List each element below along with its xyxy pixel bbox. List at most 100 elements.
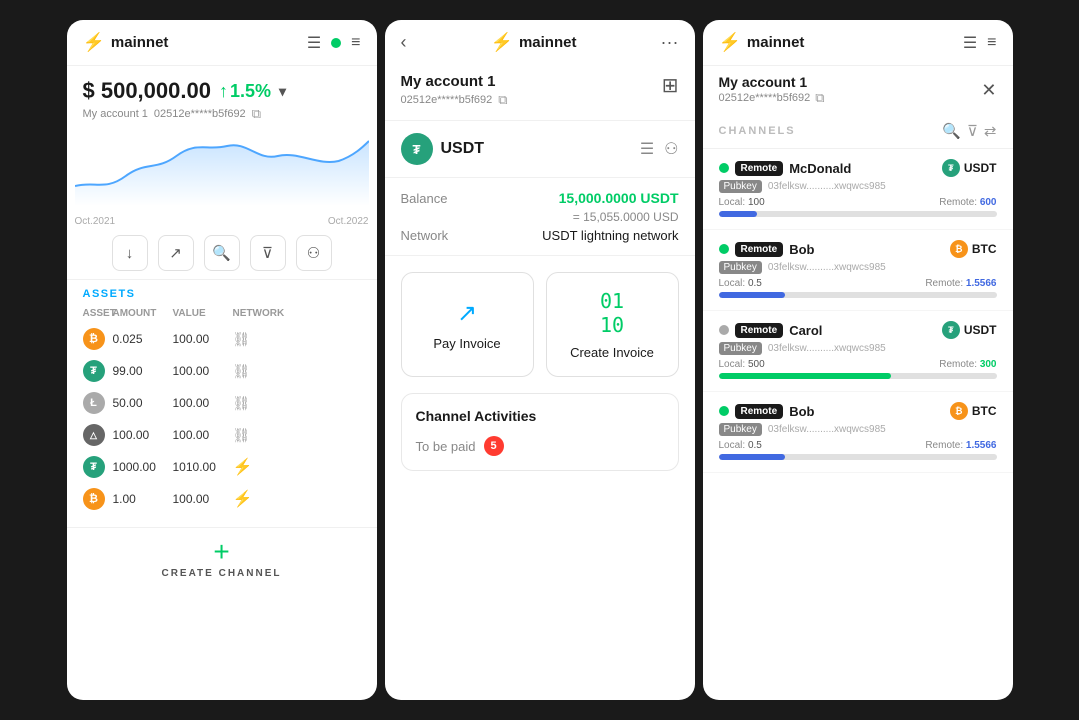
channel-name: McDonald — [789, 161, 851, 176]
p3-copy-icon[interactable]: ⧉ — [815, 90, 824, 106]
balance-section: $ 500,000.00 ↑ 1.5% ▾ My account 1 02512… — [67, 66, 377, 126]
token-badge-usdt: ₮ USDT — [942, 159, 997, 177]
panel-3: ⚡ mainnet ☰ ≡ My account 1 02512e*****b5… — [703, 20, 1013, 700]
channel-item-bob-1[interactable]: Remote Bob ₿ BTC Pubkey 03felksw........… — [703, 230, 1013, 311]
channel-name: Bob — [789, 404, 814, 419]
asset-row: Ł 50.00 100.00 ⛓ — [83, 387, 361, 419]
remote-label: Remote: 1.5566 — [925, 278, 996, 289]
create-invoice-icon: 0110 — [600, 289, 624, 337]
chain-icon: ⛓ — [233, 363, 361, 380]
channel-status-green-dot — [719, 406, 729, 416]
channels-sort-icon[interactable]: ⇄ — [984, 122, 997, 140]
account-addr-text: 02512e*****b5f692 — [401, 94, 493, 106]
pubkey-row: Pubkey 03felksw..........xwqwcs985 — [719, 261, 997, 274]
p3-account-addr: 02512e*****b5f692 ⧉ — [719, 90, 825, 106]
users-btn[interactable]: ⚇ — [296, 235, 332, 271]
copy-addr-icon[interactable]: ⧉ — [498, 92, 507, 108]
menu-icon[interactable]: ≡ — [987, 34, 996, 52]
channel-bar — [719, 454, 997, 460]
asset-row: △ 100.00 100.00 ⛓ — [83, 419, 361, 451]
channel-activities: Channel Activities To be paid 5 — [401, 393, 679, 471]
channels-label: CHANNELS — [719, 125, 937, 137]
users-icon[interactable]: ⚇ — [664, 139, 678, 159]
dots-menu-button[interactable]: ··· — [661, 32, 679, 53]
asset-value: 100.00 — [173, 364, 233, 378]
col-amount: AMOUNT — [113, 308, 173, 319]
remote-tag: Remote — [735, 161, 784, 176]
download-btn[interactable]: ↓ — [112, 235, 148, 271]
remote-label: Remote: 300 — [939, 359, 996, 370]
asset-row: ₮ 1000.00 1010.00 ⚡ — [83, 451, 361, 483]
channel-bar — [719, 373, 997, 379]
channel-item-carol[interactable]: Remote Carol ₮ USDT Pubkey 03felksw.....… — [703, 311, 1013, 392]
pay-invoice-button[interactable]: ↗ Pay Invoice — [401, 272, 534, 377]
network-row: Network USDT lightning network — [401, 228, 679, 243]
panel-1: ⚡ mainnet ☰ ≡ $ 500,000.00 ↑ 1.5% ▾ My a… — [67, 20, 377, 700]
invoice-buttons: ↗ Pay Invoice 0110 Create Invoice — [385, 256, 695, 393]
pubkey-value: 03felksw..........xwqwcs985 — [768, 181, 886, 192]
pubkey-value: 03felksw..........xwqwcs985 — [768, 262, 886, 273]
channel-item-mcdonald[interactable]: Remote McDonald ₮ USDT Pubkey 03felksw..… — [703, 149, 1013, 230]
local-val: 100 — [748, 197, 765, 208]
balance-details: Balance 15,000.0000 USDT = 15,055.0000 U… — [385, 178, 695, 256]
lightning-logo-icon: ⚡ — [491, 32, 513, 53]
copy-icon[interactable]: ⧉ — [252, 106, 261, 122]
remote-tag: Remote — [735, 404, 784, 419]
menu-icon[interactable]: ≡ — [351, 34, 360, 52]
asset-value: 100.00 — [173, 332, 233, 346]
channel-list-icon[interactable]: ☰ — [640, 139, 654, 159]
panel1-logo-area: ⚡ mainnet — [83, 32, 169, 53]
local-label: Local: 0.5 — [719, 278, 762, 289]
usdt-icon: ₮ — [83, 456, 105, 478]
back-button[interactable]: ‹ — [401, 32, 407, 53]
p3-account-row: My account 1 02512e*****b5f692 ⧉ ✕ — [703, 66, 1013, 114]
channel-bar-fill — [719, 211, 758, 217]
create-channel-label: CREATE CHANNEL — [77, 568, 367, 579]
search-btn[interactable]: 🔍 — [204, 235, 240, 271]
token-actions: ☰ ⚇ — [640, 139, 679, 159]
asset-amount: 0.025 — [113, 332, 173, 346]
lightning-network-icon: ⚡ — [233, 489, 361, 509]
channels-filter-icon[interactable]: ⊽ — [967, 122, 978, 140]
pubkey-tag: Pubkey — [719, 261, 762, 274]
online-status-dot — [331, 38, 341, 48]
account-name: My account 1 — [401, 73, 508, 90]
list-icon[interactable]: ☰ — [963, 33, 977, 53]
channel-left: Remote Bob — [719, 404, 815, 419]
filter-btn[interactable]: ⊽ — [250, 235, 286, 271]
channel-status-green-dot — [719, 163, 729, 173]
remote-val: 1.5566 — [966, 440, 997, 451]
create-channel-area[interactable]: + CREATE CHANNEL — [67, 527, 377, 589]
channels-search-row: CHANNELS 🔍 ⊽ ⇄ — [703, 114, 1013, 149]
chart-date-end: Oct.2022 — [328, 216, 369, 227]
account-header-row: My account 1 02512e*****b5f692 ⧉ ⊞ — [401, 73, 679, 108]
pay-invoice-icon: ↗ — [457, 299, 477, 328]
chart-date-start: Oct.2021 — [75, 216, 116, 227]
channel-status-green-dot — [719, 244, 729, 254]
channel-bar-fill — [719, 292, 786, 298]
balance-chevron[interactable]: ▾ — [279, 83, 286, 100]
token-name-label: USDT — [441, 140, 485, 158]
channel-top-row: Remote Bob ₿ BTC — [719, 240, 997, 258]
channels-search-icon[interactable]: 🔍 — [942, 122, 961, 140]
asset-value: 100.00 — [173, 428, 233, 442]
channel-bar-fill — [719, 454, 786, 460]
send-btn[interactable]: ↗ — [158, 235, 194, 271]
channel-item-bob-2[interactable]: Remote Bob ₿ BTC Pubkey 03felksw........… — [703, 392, 1013, 473]
panel3-header-icons: ☰ ≡ — [963, 33, 997, 53]
close-button[interactable]: ✕ — [981, 80, 996, 101]
pubkey-value: 03felksw..........xwqwcs985 — [768, 424, 886, 435]
qr-code-button[interactable]: ⊞ — [662, 73, 679, 98]
create-invoice-button[interactable]: 0110 Create Invoice — [546, 272, 679, 377]
assets-header: ASSET AMOUNT VALUE NETWORK — [83, 306, 361, 321]
panel-2: ‹ ⚡ mainnet ··· My account 1 02512e*****… — [385, 20, 695, 700]
network-value: USDT lightning network — [542, 228, 678, 243]
btc-icon: ₿ — [83, 488, 105, 510]
token-badge-usdt: ₮ USDT — [942, 321, 997, 339]
ltc-icon: Ł — [83, 392, 105, 414]
token-badge-label: BTC — [972, 242, 997, 256]
token-badge-btc: ₿ BTC — [950, 240, 997, 258]
list-icon[interactable]: ☰ — [307, 33, 321, 53]
to-be-paid-badge: 5 — [484, 436, 504, 456]
network-label: Network — [401, 228, 449, 243]
